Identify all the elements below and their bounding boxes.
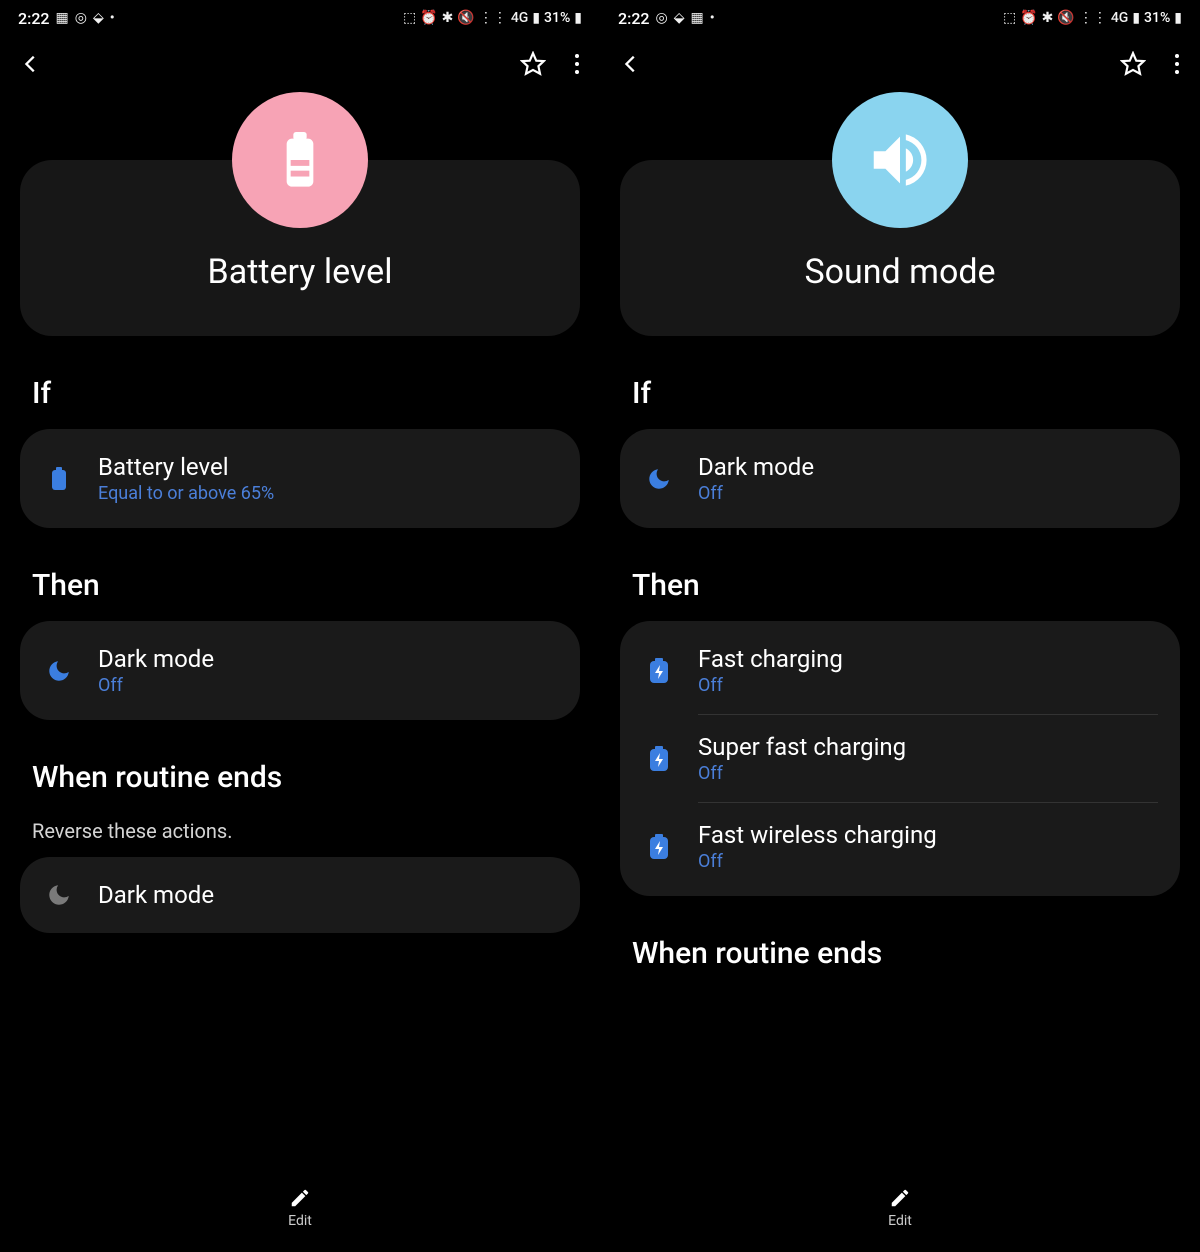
row-title: Super fast charging <box>698 733 906 761</box>
star-icon[interactable] <box>1120 51 1146 77</box>
then-row[interactable]: Dark mode Off <box>20 627 580 714</box>
signal-icon: ▮ <box>1132 10 1140 26</box>
edit-button[interactable]: Edit <box>888 1187 912 1229</box>
edit-label: Edit <box>888 1213 912 1229</box>
if-row[interactable]: Dark mode Off <box>620 435 1180 522</box>
nav-bar <box>0 36 600 92</box>
edit-button[interactable]: Edit <box>288 1187 312 1229</box>
row-title: Dark mode <box>98 645 214 673</box>
alarm-icon: ⏰ <box>420 10 437 26</box>
app-icon: ⬙ <box>93 10 104 26</box>
app-icon: ⬙ <box>674 10 685 26</box>
row-sub: Off <box>698 675 843 696</box>
image-icon: ▦ <box>56 10 69 26</box>
row-title: Fast charging <box>698 645 843 673</box>
moon-grey-icon <box>42 882 76 908</box>
if-row[interactable]: Battery level Equal to or above 65% <box>20 435 580 522</box>
then-card: Fast charging Off Super fast charging Of… <box>620 621 1180 896</box>
star-icon[interactable] <box>520 51 546 77</box>
end-row[interactable]: Dark mode <box>20 863 580 927</box>
then-row-fast-charging[interactable]: Fast charging Off <box>620 627 1180 714</box>
wifi-icon: ⋮⋮ <box>1079 10 1107 26</box>
row-sub: Off <box>98 675 214 696</box>
row-title: Dark mode <box>698 453 814 481</box>
screen-sound-mode: 2:22 ◎ ⬙ ▦ • ⬚ ⏰ ✱ 🔇 ⋮⋮ 4G ▮ 31% ▮ <box>600 0 1200 1252</box>
bolt-icon <box>642 657 676 685</box>
hero-card: Sound mode <box>620 160 1180 336</box>
update-icon: ⬚ <box>1003 10 1016 26</box>
nav-bar <box>600 36 1200 92</box>
update-icon: ⬚ <box>403 10 416 26</box>
edit-label: Edit <box>288 1213 312 1229</box>
mute-icon: 🔇 <box>457 10 474 26</box>
if-label: If <box>632 376 1200 411</box>
dot-icon: • <box>710 10 715 26</box>
status-time: 2:22 <box>18 9 50 28</box>
battery-pct: 31% <box>1144 10 1170 26</box>
end-card: Dark mode <box>20 857 580 933</box>
more-icon[interactable] <box>574 52 580 76</box>
speaker-hero-icon <box>865 125 935 195</box>
hero-title: Battery level <box>208 252 393 292</box>
battery-icon: ▮ <box>1174 10 1182 26</box>
pencil-icon <box>289 1187 311 1209</box>
status-bar: 2:22 ◎ ⬙ ▦ • ⬚ ⏰ ✱ 🔇 ⋮⋮ 4G ▮ 31% ▮ <box>600 0 1200 36</box>
bluetooth-icon: ✱ <box>442 10 454 26</box>
row-sub: Off <box>698 483 814 504</box>
battery-hero-icon <box>268 128 332 192</box>
hero-title: Sound mode <box>804 252 995 292</box>
end-label: When routine ends <box>632 936 1200 971</box>
back-icon[interactable] <box>620 53 642 75</box>
then-label: Then <box>32 568 600 603</box>
row-sub: Off <box>698 851 937 872</box>
if-label: If <box>32 376 600 411</box>
bluetooth-icon: ✱ <box>1042 10 1054 26</box>
moon-icon <box>42 658 76 684</box>
image-icon: ▦ <box>691 10 704 26</box>
row-title: Battery level <box>98 453 274 481</box>
moon-icon <box>642 466 676 492</box>
instagram-icon: ◎ <box>656 10 668 26</box>
then-card: Dark mode Off <box>20 621 580 720</box>
screen-battery-level: 2:22 ▦ ◎ ⬙ • ⬚ ⏰ ✱ 🔇 ⋮⋮ 4G ▮ 31% ▮ <box>0 0 600 1252</box>
then-row-wireless[interactable]: Fast wireless charging Off <box>620 803 1180 890</box>
network-icon: 4G <box>511 10 529 26</box>
bolt-icon <box>642 745 676 773</box>
instagram-icon: ◎ <box>75 10 87 26</box>
then-row-super-fast[interactable]: Super fast charging Off <box>620 715 1180 802</box>
wifi-icon: ⋮⋮ <box>479 10 507 26</box>
battery-icon <box>42 466 76 492</box>
pencil-icon <box>889 1187 911 1209</box>
alarm-icon: ⏰ <box>1020 10 1037 26</box>
hero-icon-circle <box>832 92 968 228</box>
hero-icon-circle <box>232 92 368 228</box>
dot-icon: • <box>110 10 115 26</box>
bottom-bar: Edit <box>600 1164 1200 1252</box>
end-sub: Reverse these actions. <box>32 819 600 843</box>
status-time: 2:22 <box>618 9 650 28</box>
back-icon[interactable] <box>20 53 42 75</box>
network-icon: 4G <box>1111 10 1129 26</box>
if-card: Dark mode Off <box>620 429 1180 528</box>
row-sub: Equal to or above 65% <box>98 483 274 504</box>
bolt-icon <box>642 833 676 861</box>
then-label: Then <box>632 568 1200 603</box>
battery-icon: ▮ <box>574 10 582 26</box>
end-label: When routine ends <box>32 760 600 795</box>
bottom-bar: Edit <box>0 1164 600 1252</box>
status-bar: 2:22 ▦ ◎ ⬙ • ⬚ ⏰ ✱ 🔇 ⋮⋮ 4G ▮ 31% ▮ <box>0 0 600 36</box>
battery-pct: 31% <box>544 10 570 26</box>
row-title: Dark mode <box>98 881 214 909</box>
mute-icon: 🔇 <box>1057 10 1074 26</box>
more-icon[interactable] <box>1174 52 1180 76</box>
signal-icon: ▮ <box>532 10 540 26</box>
row-title: Fast wireless charging <box>698 821 937 849</box>
if-card: Battery level Equal to or above 65% <box>20 429 580 528</box>
row-sub: Off <box>698 763 906 784</box>
hero-card: Battery level <box>20 160 580 336</box>
